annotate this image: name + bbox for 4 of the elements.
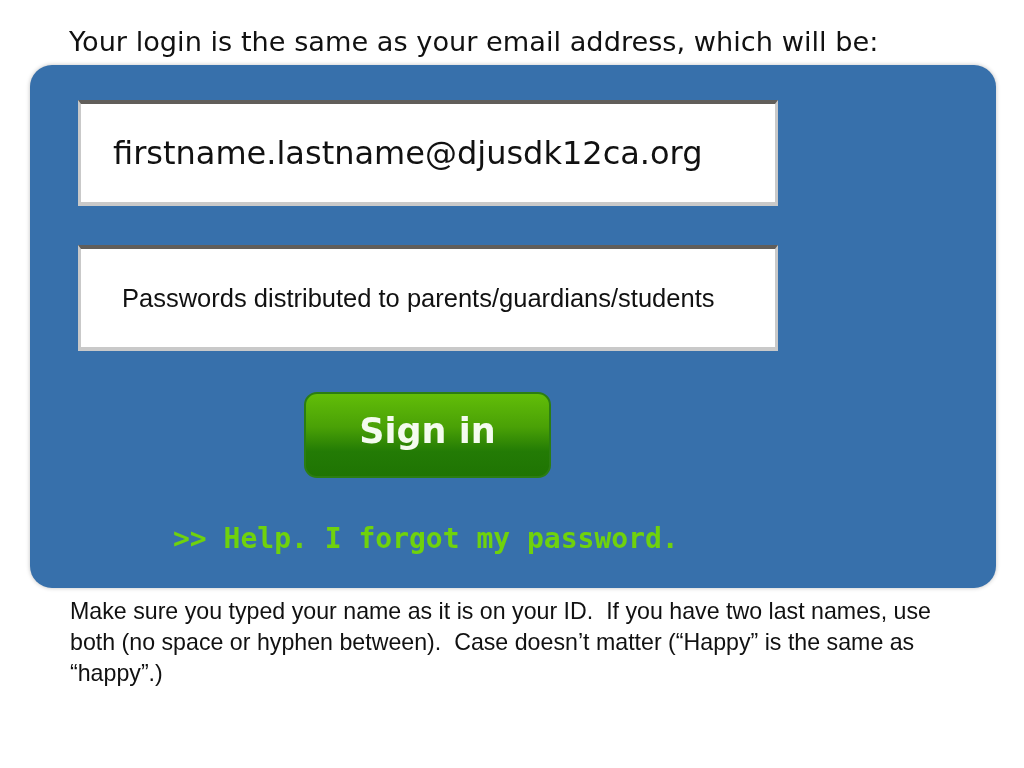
email-field[interactable]: firstname.lastname@djusdk12ca.org [78,100,778,206]
note-text: Make sure you typed your name as it is on your ID. If you have two last names, use both (no space or hyphen between). Case doesn’t matter (“Happy” is the same as “happy”.) [70,597,932,688]
password-field[interactable]: Passwords distributed to parents/guardians/students [78,245,778,351]
heading-text: Your login is the same as your email address, which will be: [69,25,879,59]
